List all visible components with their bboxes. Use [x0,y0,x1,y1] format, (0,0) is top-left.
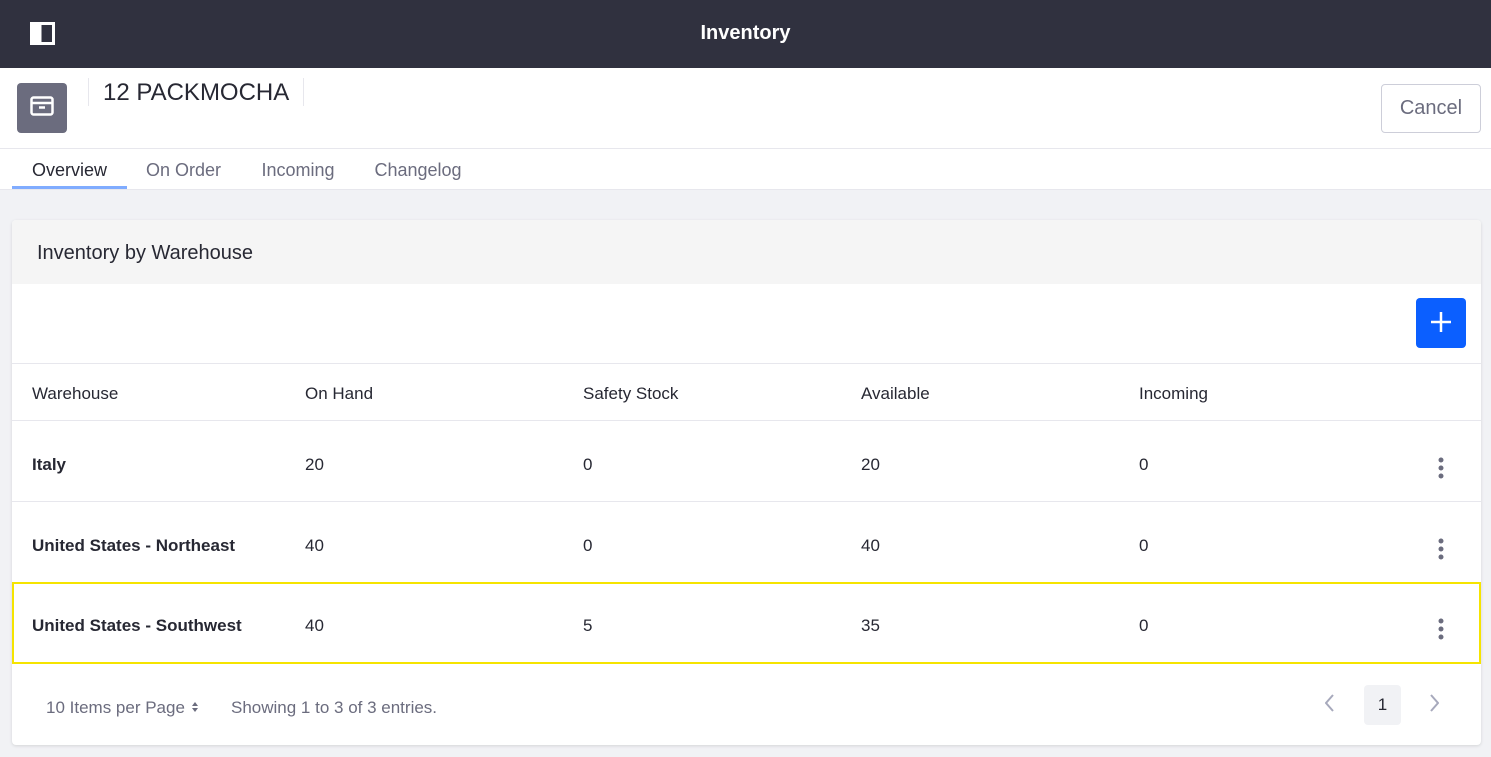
warehouse-name: Italy [32,455,67,474]
tab-incoming[interactable]: Incoming [250,149,346,189]
available-value: 35 [861,616,880,635]
item-title: 12 PACKMOCHA [88,78,305,106]
chevron-left-icon [1324,693,1335,717]
top-bar: Inventory [0,0,1491,68]
on-hand-value: 20 [305,455,324,474]
card-header: Inventory by Warehouse [12,220,1481,284]
safety-stock-value: 0 [583,455,593,474]
tab-changelog[interactable]: Changelog [366,149,470,189]
tab-bar: Overview On Order Incoming Changelog [0,149,1491,190]
page-title: Inventory [700,22,791,44]
column-header-available: Available [861,384,930,403]
previous-page-button[interactable] [1312,686,1348,724]
on-hand-value: 40 [305,616,324,635]
table-toolbar [12,284,1481,364]
archive-icon [30,95,54,121]
items-per-page-label: 10 Items per Page [46,698,185,717]
table-header: Warehouse On Hand Safety Stock Available… [12,364,1481,421]
available-value: 40 [861,536,880,555]
safety-stock-value: 0 [583,536,593,555]
safety-stock-value: 5 [583,616,593,635]
chevron-right-icon [1429,693,1440,717]
incoming-value: 0 [1139,455,1149,474]
more-actions-icon[interactable] [1430,536,1452,562]
table-row: United States - Northeast 40 0 40 0 [12,502,1481,583]
incoming-value: 0 [1139,536,1149,555]
item-sticker [17,83,67,133]
incoming-value: 0 [1139,616,1149,635]
column-header-safety-stock: Safety Stock [583,384,679,403]
column-header-on-hand: On Hand [305,384,374,403]
column-header-incoming: Incoming [1139,384,1208,403]
warehouse-name: United States - Southwest [32,616,242,635]
inventory-card: Inventory by Warehouse Warehouse On Hand… [12,220,1481,745]
tab-overview[interactable]: Overview [12,149,127,189]
table-row: Italy 20 0 20 0 [12,421,1481,502]
items-per-page-dropdown[interactable]: 10 Items per Page [46,698,199,718]
next-page-button[interactable] [1416,686,1452,724]
on-hand-value: 40 [305,536,324,555]
plus-icon [1430,311,1452,336]
add-warehouse-button[interactable] [1416,298,1466,348]
tab-on-order[interactable]: On Order [137,149,230,189]
pagination-results: Showing 1 to 3 of 3 entries. [231,698,438,717]
pagination-bar: 10 Items per Page Showing 1 to 3 of 3 en… [12,664,1481,745]
card-title: Inventory by Warehouse [37,242,254,264]
warehouse-name: United States - Northeast [32,536,236,555]
page-number-button[interactable]: 1 [1364,685,1401,725]
available-value: 20 [861,455,880,474]
column-header-warehouse: Warehouse [32,384,119,403]
more-actions-icon[interactable] [1430,616,1452,642]
more-actions-icon[interactable] [1430,455,1452,481]
cancel-button[interactable]: Cancel [1381,84,1481,133]
table-row-highlighted: United States - Southwest 40 5 35 0 [12,582,1481,664]
caret-double-icon [191,698,199,718]
item-header: 12 PACKMOCHA Cancel [0,68,1491,149]
